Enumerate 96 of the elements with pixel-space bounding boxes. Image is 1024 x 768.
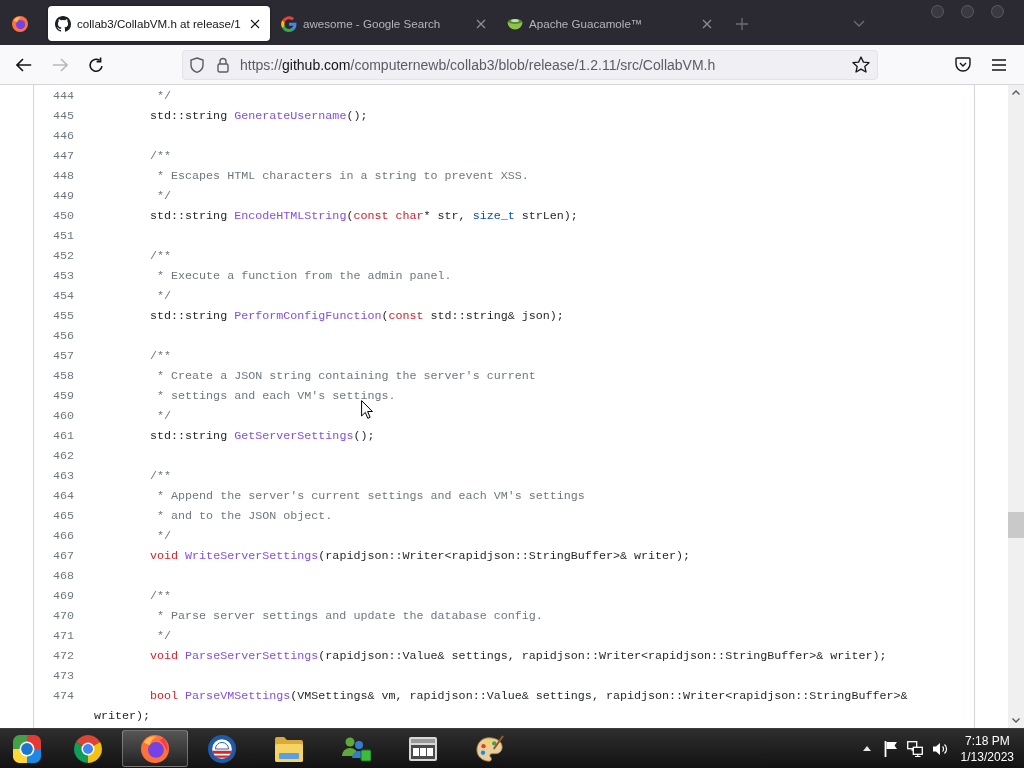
caret-up-icon[interactable] (862, 746, 871, 751)
line-number: 474 (51, 688, 75, 705)
code-line: * Create a JSON string containing the server's current (156, 369, 536, 383)
line-number: 460 (51, 408, 75, 425)
pouch-icon (955, 57, 971, 72)
url-text: https://github.com/computernewb/collab3/blob/release/1.2.11/src/CollabVM.h (240, 56, 716, 73)
flag-icon[interactable] (883, 740, 898, 757)
line-number: 455 (51, 308, 75, 325)
orb-icon (13, 734, 41, 763)
menu-icon (991, 58, 1007, 71)
code-line: * Escapes HTML characters in a string to prevent XSS. (156, 169, 529, 183)
browser-tab[interactable]: collab3/CollabVM.h at release/1 (48, 6, 270, 41)
line-number: 461 (51, 428, 75, 445)
code-line: */ (156, 629, 172, 643)
sunrise-logo-icon (208, 734, 236, 763)
speaker-icon[interactable] (931, 741, 948, 756)
code-line: * and to the JSON object. (156, 509, 333, 523)
code-line: */ (156, 529, 172, 543)
code-line: */ (156, 89, 172, 103)
mouse-pointer-icon (361, 400, 373, 419)
line-number: 449 (51, 188, 75, 205)
browser-tab[interactable]: awesome - Google Search (274, 6, 496, 41)
network-icon[interactable] (906, 740, 923, 757)
close-icon[interactable] (250, 18, 260, 29)
code-line: /** (150, 349, 172, 363)
line-number: 462 (51, 448, 75, 465)
scrollbar-thumb[interactable] (1008, 512, 1024, 538)
taskbar-button[interactable] (122, 730, 188, 767)
code-line: */ (156, 409, 172, 423)
bowl-icon (507, 17, 523, 30)
folder-icon (274, 735, 304, 762)
line-number: 451 (51, 228, 75, 245)
code-line: * Parse server settings and update the database config. (156, 609, 543, 623)
shield-icon[interactable] (190, 56, 204, 73)
browser-tab[interactable]: Apache Guacamole™ (500, 6, 722, 41)
line-number: 465 (51, 508, 75, 525)
line-number: 469 (51, 588, 75, 605)
chevron-up-icon[interactable] (1012, 90, 1020, 95)
line-number: 450 (51, 208, 75, 225)
line-number: 467 (51, 548, 75, 565)
code-line: */ (156, 289, 172, 303)
line-number: 453 (51, 268, 75, 285)
line-number: 445 (51, 108, 75, 125)
code-line: void ParseServerSettings(rapidjson::Value& settings, rapidjson::Writer<rapidjson::StringBuffer>& writer); (150, 649, 887, 663)
line-number: 473 (51, 668, 75, 685)
chevron-down-icon[interactable] (1012, 718, 1020, 723)
cat-logo-icon (55, 15, 71, 32)
code-line: /** (150, 469, 172, 483)
grid-panel-icon (409, 736, 437, 761)
code-line: std::string EncodeHTMLString(const char* str, size_t strLen); (150, 209, 578, 223)
people-icon (341, 735, 371, 762)
line-number: 458 (51, 368, 75, 385)
code-line: * Append the server's current settings and each VM's settings (156, 489, 585, 503)
line-number: 466 (51, 528, 75, 545)
plus-icon (736, 17, 748, 30)
code-line: /** (150, 149, 172, 163)
palette-icon (476, 734, 504, 763)
code-line: /** (150, 249, 172, 263)
line-number: 444 (51, 88, 75, 105)
line-number: 468 (51, 568, 75, 585)
code-line: /** (150, 589, 172, 603)
code-line: std::string GenerateUsername(); (150, 109, 368, 123)
line-number: 464 (51, 488, 75, 505)
line-number: 448 (51, 168, 75, 185)
line-number: 446 (51, 128, 75, 145)
lock-icon[interactable] (217, 56, 229, 73)
code-line: void WriteServerSettings(rapidjson::Writer<rapidjson::StringBuffer>& writer); (150, 549, 691, 563)
line-number: 447 (51, 148, 75, 165)
chevron-down-icon (853, 20, 865, 27)
line-number: 452 (51, 248, 75, 265)
code-line: bool ParseVMSettings(VMSettings& vm, rapidjson::Value& settings, rapidjson::Writer<rapidjson::StringBuffer>& writer); (94, 689, 909, 723)
scrollbar[interactable] (1008, 85, 1024, 728)
flame-globe-icon (141, 734, 169, 763)
clock-time: 7:18 PM (964, 732, 1010, 749)
line-number: 454 (51, 288, 75, 305)
reload-icon (88, 56, 104, 73)
code-line: * Execute a function from the admin panel. (156, 269, 452, 283)
segmented-circle-icon (74, 734, 102, 763)
flame-globe-icon (12, 15, 28, 32)
star-icon[interactable] (852, 56, 870, 73)
line-number: 456 (51, 328, 75, 345)
address-bar[interactable]: https://github.com/computernewb/collab3/blob/release/1.2.11/src/CollabVM.h (182, 49, 878, 80)
line-number: 471 (51, 628, 75, 645)
line-number: 463 (51, 468, 75, 485)
ring-logo-icon (281, 15, 297, 32)
code-line: * settings and each VM's settings. (156, 389, 396, 403)
code-line: std::string PerformConfigFunction(const std::string& json); (150, 309, 564, 323)
line-number: 470 (51, 608, 75, 625)
code-line: std::string GetServerSettings(); (150, 429, 375, 443)
line-number: 457 (51, 348, 75, 365)
arrow-left-icon (16, 57, 32, 72)
code-line: */ (156, 189, 172, 203)
arrow-right-icon (52, 57, 68, 72)
clock-date: 1/13/2023 (960, 748, 1014, 765)
line-number: 472 (51, 648, 75, 665)
line-number: 459 (51, 388, 75, 405)
